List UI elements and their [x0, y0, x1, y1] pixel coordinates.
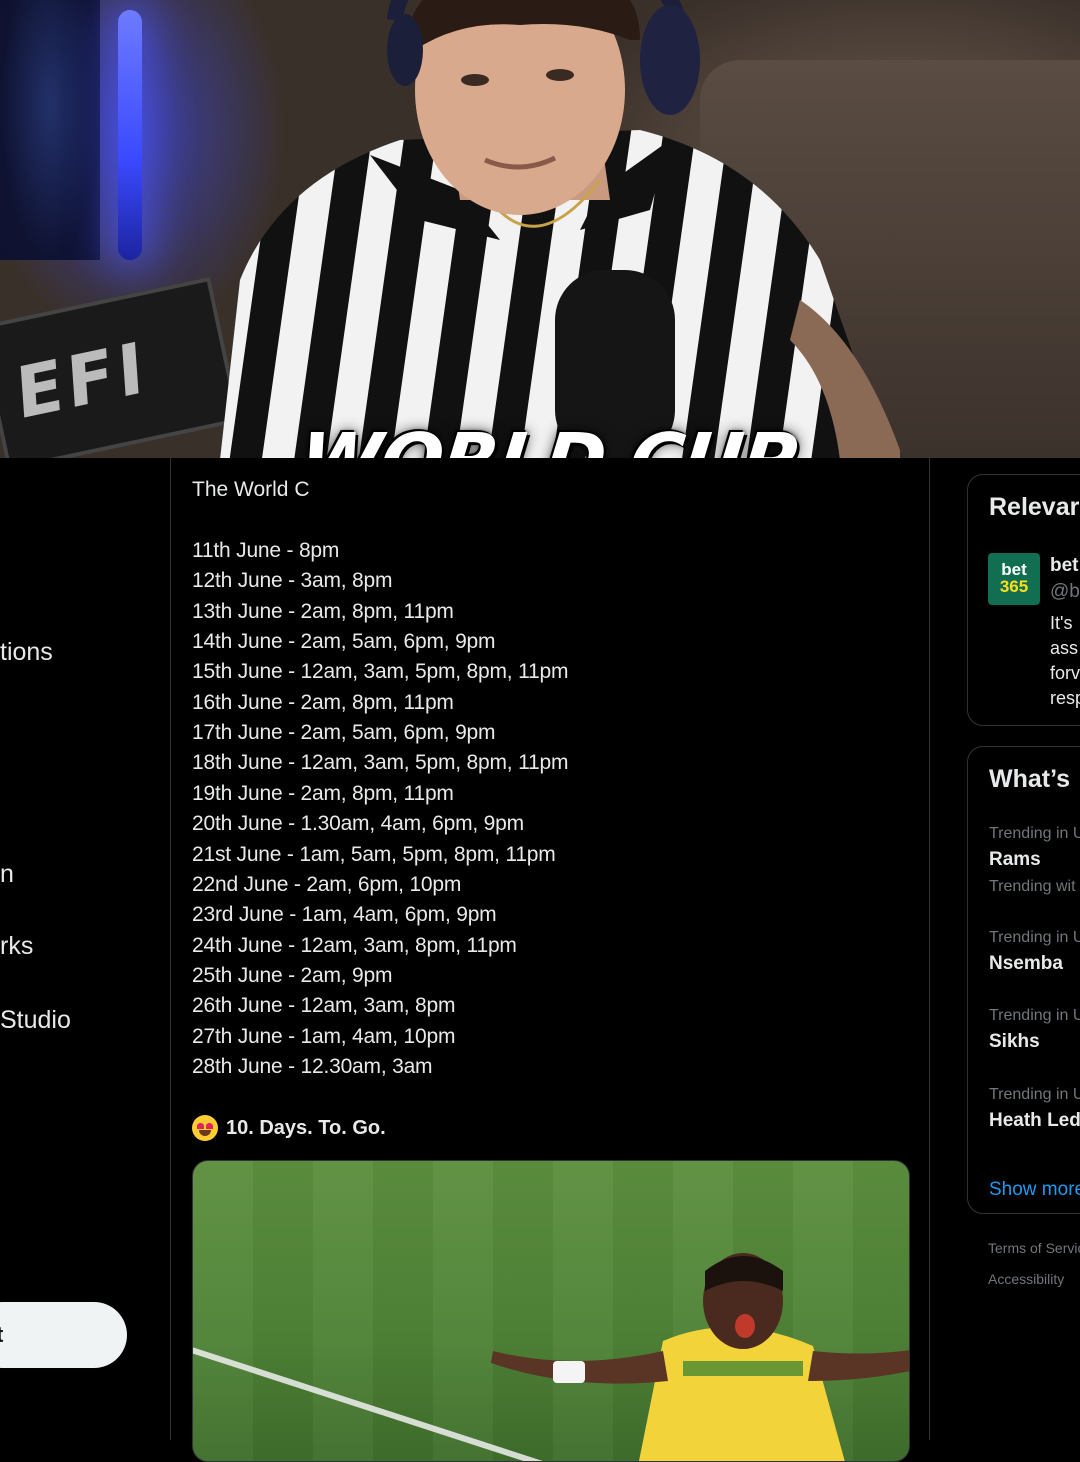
- background-plant: [0, 0, 100, 260]
- account-bio-line: ass: [1050, 638, 1079, 658]
- schedule-line: 27th June - 1am, 4am, 10pm: [192, 1024, 456, 1048]
- nav-item-notifications[interactable]: tions: [0, 638, 53, 667]
- schedule-line: 21st June - 1am, 5am, 5pm, 8pm, 11pm: [192, 842, 556, 866]
- schedule-line: 16th June - 2am, 8pm, 11pm: [192, 690, 454, 714]
- bet365-avatar[interactable]: bet 365: [988, 553, 1040, 605]
- star-struck-emoji-icon: [192, 1115, 218, 1141]
- schedule-line: 11th June - 8pm: [192, 539, 340, 562]
- nav-item-premium[interactable]: n: [0, 860, 14, 889]
- schedule-line: 17th June - 2am, 5am, 6pm, 9pm: [192, 721, 496, 745]
- trend-name[interactable]: Heath Led: [989, 1110, 1080, 1132]
- footer-accessibility-link[interactable]: Accessibility: [988, 1271, 1064, 1287]
- trend-name[interactable]: Sikhs: [989, 1031, 1040, 1053]
- streamer-figure: [220, 0, 900, 458]
- celebrating-player-figure: [491, 1253, 909, 1461]
- trend-name[interactable]: Rams: [989, 849, 1041, 871]
- tweet-media-image[interactable]: [192, 1160, 910, 1462]
- schedule-line: 18th June - 12am, 3am, 5pm, 8pm, 11pm: [192, 751, 569, 775]
- schedule-line: 13th June - 2am, 8pm, 11pm: [192, 599, 454, 623]
- whats-happening-title: What’s: [989, 765, 1071, 793]
- led-light-strip: [118, 10, 142, 260]
- webcam-video-overlay: EFI WORLD CUP: [0, 0, 1080, 458]
- schedule-line: 28th June - 12.30am, 3am: [192, 1054, 433, 1078]
- nav-item-creator-studio[interactable]: Studio: [0, 1006, 71, 1035]
- trend-extra: Trending wit: [989, 878, 1076, 895]
- relevant-people-card: Relevar bet 365 bet @be It's ass forv re…: [967, 474, 1080, 726]
- nav-item-bookmarks[interactable]: rks: [0, 932, 33, 961]
- world-cup-caption: WORLD CUP: [295, 418, 800, 458]
- footer-terms-link[interactable]: Terms of Servic: [988, 1240, 1080, 1256]
- account-bio-line: It's: [1050, 613, 1073, 633]
- account-bio-line: resp: [1050, 688, 1080, 708]
- schedule-line: 20th June - 1.30am, 4am, 6pm, 9pm: [192, 812, 524, 836]
- schedule-line: 19th June - 2am, 8pm, 11pm: [192, 781, 454, 805]
- schedule-line: 24th June - 12am, 3am, 8pm, 11pm: [192, 933, 517, 957]
- column-divider-left: [170, 458, 171, 1440]
- schedule-line: 23rd June - 1am, 4am, 6pm, 9pm: [192, 903, 497, 927]
- account-handle: @be: [1050, 581, 1080, 602]
- avatar-logo-bottom: 365: [999, 577, 1029, 596]
- trend-context: Trending in U: [989, 929, 1080, 946]
- trend-context: Trending in U: [989, 825, 1080, 842]
- countdown-line: 10. Days. To. Go.: [192, 1115, 386, 1141]
- trend-context: Trending in U: [989, 1086, 1080, 1103]
- schedule-line: 25th June - 2am, 9pm: [192, 963, 393, 987]
- account-name[interactable]: bet: [1050, 555, 1079, 577]
- schedule-line: 22nd June - 2am, 6pm, 10pm: [192, 872, 462, 896]
- tweet-intro-text: The World C: [192, 478, 310, 501]
- schedule-line: 15th June - 12am, 3am, 5pm, 8pm, 11pm: [192, 660, 569, 684]
- schedule-line: 12th June - 3am, 8pm: [192, 569, 393, 593]
- schedule-line: 14th June - 2am, 5am, 6pm, 9pm: [192, 630, 496, 654]
- avatar-logo-top: bet: [1001, 560, 1027, 579]
- column-divider-right: [929, 458, 930, 1440]
- account-bio-line: forv: [1050, 663, 1080, 683]
- whats-happening-card: What’s Trending in U Rams Trending wit T…: [967, 746, 1080, 1214]
- relevant-people-title: Relevar: [989, 493, 1080, 521]
- post-button[interactable]: t: [0, 1302, 127, 1368]
- trend-context: Trending in U: [989, 1007, 1080, 1024]
- countdown-text: 10. Days. To. Go.: [226, 1116, 386, 1139]
- schedule-line: 26th June - 12am, 3am, 8pm: [192, 994, 456, 1018]
- trend-name[interactable]: Nsemba: [989, 953, 1063, 975]
- show-more-link[interactable]: Show more: [989, 1179, 1080, 1201]
